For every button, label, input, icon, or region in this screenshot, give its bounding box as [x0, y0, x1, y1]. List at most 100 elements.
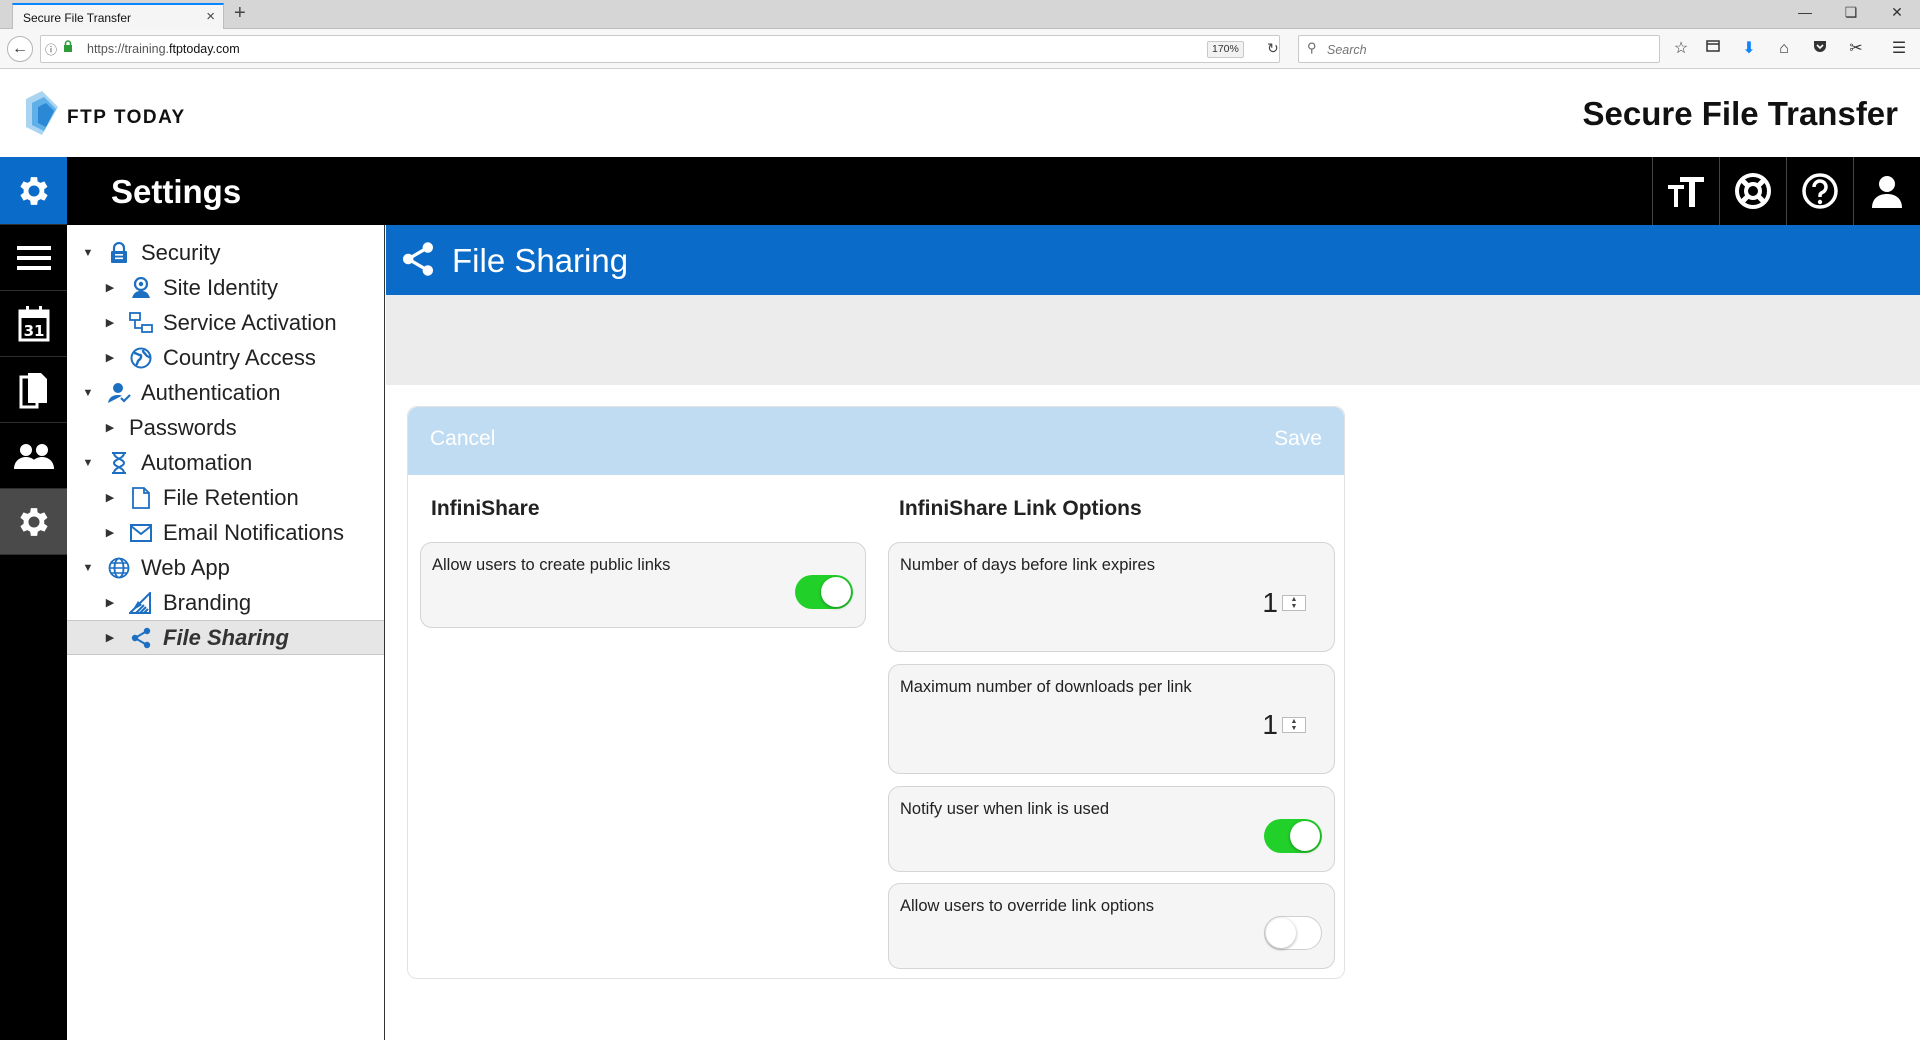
caret-right-icon[interactable]: ▶ [103, 596, 117, 609]
cancel-button[interactable]: Cancel [430, 427, 495, 451]
address-bar[interactable]: ⓘ https://training.ftptoday.com 170% ↻ [40, 35, 1280, 63]
toggle-knob [821, 577, 851, 607]
stepper-arrows[interactable]: ▲ ▼ [1282, 717, 1306, 733]
allow-override-toggle[interactable] [1264, 916, 1322, 950]
bookmark-star-icon[interactable]: ☆ [1670, 38, 1692, 60]
tree-item-site-identity[interactable]: ▶ Site Identity [67, 270, 384, 305]
left-icon-rail: 31 [0, 157, 67, 1040]
logo-text: FTP TODAY [67, 107, 186, 128]
page-title: File Sharing [452, 242, 629, 279]
support-button[interactable] [1719, 157, 1786, 225]
url-text[interactable]: https://training.ftptoday.com [87, 42, 240, 56]
screenshot-icon[interactable]: ✂ [1845, 38, 1867, 60]
tree-item-label: Site Identity [163, 274, 278, 300]
user-check-icon [107, 381, 131, 405]
rail-settings-gear[interactable] [0, 157, 67, 225]
tree-item-passwords[interactable]: ▶ Passwords [67, 410, 384, 445]
browser-search-input[interactable] [1327, 43, 1627, 57]
pocket-icon[interactable] [1809, 38, 1831, 60]
caret-down-icon[interactable]: ▼ [81, 562, 95, 574]
tree-item-security[interactable]: ▼ Security [67, 235, 384, 270]
ftp-today-logo-icon [26, 91, 58, 135]
tree-item-web-app[interactable]: ▼ Web App [67, 550, 384, 585]
back-arrow-icon[interactable]: ← [7, 36, 33, 62]
caret-right-icon[interactable]: ▶ [103, 491, 117, 504]
panel-action-bar: Cancel Save [408, 407, 1344, 475]
infinishare-section-title: InfiniShare [431, 497, 540, 520]
zoom-level-badge[interactable]: 170% [1207, 41, 1244, 58]
notify-user-toggle[interactable] [1264, 819, 1322, 853]
stepper-down-icon[interactable]: ▼ [1283, 603, 1305, 610]
share-icon [402, 242, 434, 276]
file-sharing-panel: Cancel Save InfiniShare InfiniShare Link… [407, 406, 1345, 979]
stepper-down-icon[interactable]: ▼ [1283, 725, 1305, 732]
close-window-icon[interactable]: ✕ [1882, 4, 1912, 21]
tree-item-file-retention[interactable]: ▶ File Retention [67, 480, 384, 515]
download-icon[interactable]: ⬇ [1738, 38, 1760, 60]
new-tab-icon[interactable]: + [234, 2, 246, 25]
user-profile-button[interactable] [1853, 157, 1920, 225]
rail-files[interactable] [0, 357, 67, 423]
page-section-title: Settings [111, 173, 242, 210]
reading-list-icon[interactable] [1702, 38, 1724, 60]
max-downloads-label: Maximum number of downloads per link [900, 678, 1192, 696]
stepper-up-icon[interactable]: ▲ [1283, 596, 1305, 603]
help-button[interactable] [1786, 157, 1853, 225]
restore-icon[interactable]: ❏ [1836, 4, 1866, 21]
days-before-expire-stepper[interactable]: 1 ▲ ▼ [1262, 587, 1306, 619]
tree-item-country-access[interactable]: ▶ Country Access [67, 340, 384, 375]
max-downloads-value[interactable]: 1 [1262, 709, 1278, 741]
allow-public-links-toggle[interactable] [795, 575, 853, 609]
gear-icon [19, 507, 48, 536]
browser-search-bar[interactable]: ⚲ [1298, 35, 1660, 63]
text-size-button[interactable] [1652, 157, 1719, 225]
home-icon[interactable]: ⌂ [1773, 38, 1795, 60]
users-icon [13, 443, 54, 469]
caret-right-icon[interactable]: ▶ [103, 526, 117, 539]
tree-item-label: Security [141, 239, 221, 265]
allow-override-label: Allow users to override link options [900, 897, 1155, 915]
caret-right-icon[interactable]: ▶ [103, 421, 117, 434]
tree-item-label: Passwords [129, 414, 237, 440]
rail-users[interactable] [0, 423, 67, 489]
info-icon[interactable]: ⓘ [45, 41, 57, 58]
tree-item-label: Authentication [141, 379, 281, 405]
globe-americas-icon [129, 346, 153, 370]
tree-item-file-sharing[interactable]: ▶ File Sharing [67, 620, 384, 655]
save-button[interactable]: Save [1274, 427, 1322, 451]
tree-item-label: Service Activation [163, 309, 337, 335]
reload-icon[interactable]: ↻ [1267, 40, 1279, 57]
caret-right-icon[interactable]: ▶ [103, 281, 117, 294]
stepper-up-icon[interactable]: ▲ [1283, 718, 1305, 725]
max-downloads-stepper[interactable]: 1 ▲ ▼ [1262, 709, 1306, 741]
app-title: Secure File Transfer [1582, 95, 1898, 132]
rail-settings[interactable] [0, 489, 67, 555]
stepper-arrows[interactable]: ▲ ▼ [1282, 595, 1306, 611]
menu-hamburger-icon[interactable]: ☰ [1888, 38, 1910, 60]
caret-down-icon[interactable]: ▼ [81, 247, 95, 259]
minimize-icon[interactable]: — [1790, 4, 1820, 20]
tree-item-automation[interactable]: ▼ Automation [67, 445, 384, 480]
settings-tree: ▼ Security ▶ Site Identity ▶ Service Act… [67, 225, 385, 1040]
tree-item-label: Branding [163, 589, 252, 615]
lock-icon[interactable] [63, 40, 73, 56]
tree-item-branding[interactable]: ▶ Branding [67, 585, 384, 620]
browser-tab[interactable]: Secure File Transfer × [12, 3, 224, 29]
allow-override-card: Allow users to override link options [888, 883, 1335, 969]
rail-menu[interactable] [0, 225, 67, 291]
close-tab-icon[interactable]: × [206, 8, 215, 25]
share-icon [129, 626, 153, 650]
caret-right-icon[interactable]: ▶ [103, 316, 117, 329]
caret-right-icon[interactable]: ▶ [103, 631, 117, 644]
caret-down-icon[interactable]: ▼ [81, 457, 95, 469]
help-question-icon [1802, 173, 1838, 209]
tree-item-email-notifications[interactable]: ▶ Email Notifications [67, 515, 384, 550]
files-icon [19, 372, 47, 408]
tree-item-authentication[interactable]: ▼ Authentication [67, 375, 384, 410]
rail-calendar[interactable]: 31 [0, 291, 67, 357]
caret-right-icon[interactable]: ▶ [103, 351, 117, 364]
days-before-expire-value[interactable]: 1 [1262, 587, 1278, 619]
tree-item-service-activation[interactable]: ▶ Service Activation [67, 305, 384, 340]
caret-down-icon[interactable]: ▼ [81, 387, 95, 399]
envelope-icon [129, 521, 153, 545]
